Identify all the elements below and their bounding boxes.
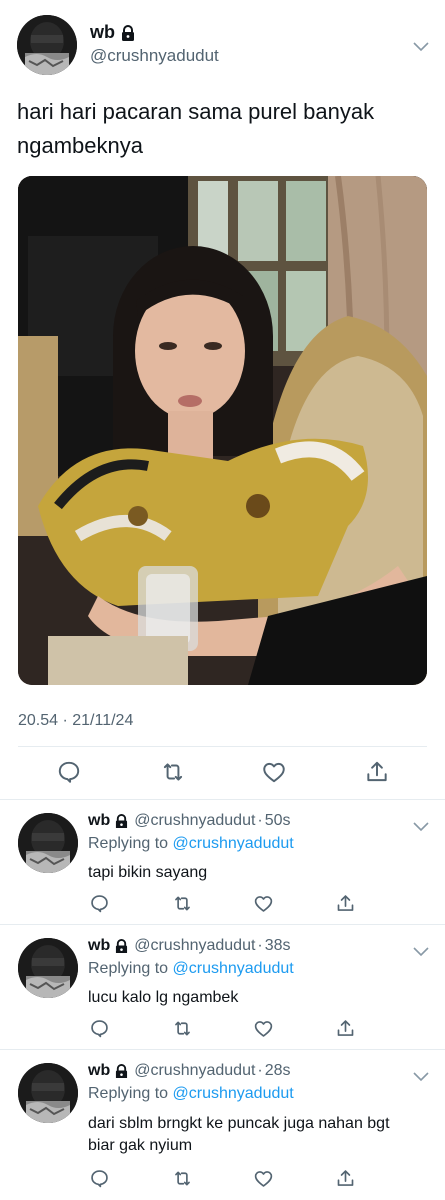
- tweet-photo[interactable]: [18, 176, 427, 685]
- reply-icon[interactable]: [89, 893, 110, 914]
- tweet-text: hari hari pacaran sama purel banyak ngam…: [17, 99, 375, 158]
- share-icon[interactable]: [335, 1168, 356, 1189]
- retweet-icon[interactable]: [160, 759, 186, 785]
- replying-to: Replying to @crushnyadudut: [88, 960, 294, 978]
- reply-header: wb @crushnyadudut · 38s: [88, 937, 291, 955]
- reply-icon[interactable]: [89, 1168, 110, 1189]
- divider: [18, 746, 427, 747]
- reply-time[interactable]: 38s: [265, 937, 291, 955]
- reply-text: lucu kalo lg ngambek: [88, 989, 239, 1006]
- mention-link[interactable]: @crushnyadudut: [173, 1085, 294, 1102]
- display-name[interactable]: wb: [88, 812, 110, 830]
- display-name[interactable]: wb: [88, 937, 110, 955]
- replying-prefix: Replying to: [88, 1085, 173, 1102]
- handle[interactable]: @crushnyadudut: [134, 937, 255, 955]
- retweet-icon[interactable]: [172, 1168, 193, 1189]
- display-name[interactable]: wb: [90, 22, 115, 43]
- chevron-down-icon[interactable]: [413, 1069, 429, 1082]
- share-icon[interactable]: [364, 759, 390, 785]
- like-icon[interactable]: [253, 1168, 274, 1189]
- avatar[interactable]: [18, 938, 78, 998]
- reply-tweet[interactable]: wb @crushnyadudut · 50s Replying to @cru…: [0, 800, 445, 924]
- main-tweet: wb @crushnyadudut hari hari pacaran sama…: [0, 0, 445, 800]
- like-icon[interactable]: [261, 759, 287, 785]
- like-icon[interactable]: [253, 893, 274, 914]
- reply-time[interactable]: 28s: [265, 1062, 291, 1080]
- reply-header: wb @crushnyadudut · 28s: [88, 1062, 291, 1080]
- replying-prefix: Replying to: [88, 960, 173, 977]
- like-icon[interactable]: [253, 1018, 274, 1039]
- separator-dot: ·: [257, 1062, 263, 1079]
- share-icon[interactable]: [335, 1018, 356, 1039]
- display-name-row: wb: [90, 22, 135, 43]
- handle[interactable]: @crushnyadudut: [134, 1062, 255, 1080]
- lock-icon: [115, 813, 128, 829]
- reply-text: dari sblm brngkt ke puncak juga nahan bg…: [88, 1115, 390, 1154]
- replying-to: Replying to @crushnyadudut: [88, 1085, 294, 1103]
- mention-link[interactable]: @crushnyadudut: [173, 960, 294, 977]
- retweet-icon[interactable]: [172, 1018, 193, 1039]
- mention-link[interactable]: @crushnyadudut: [173, 835, 294, 852]
- share-icon[interactable]: [335, 893, 356, 914]
- avatar-photo: [17, 15, 77, 75]
- reply-tweet[interactable]: wb @crushnyadudut · 28s Replying to @cru…: [0, 1050, 445, 1200]
- lock-icon: [115, 938, 128, 954]
- lock-icon: [121, 24, 135, 41]
- chevron-down-icon[interactable]: [413, 39, 429, 52]
- reply-icon[interactable]: [89, 1018, 110, 1039]
- reply-time[interactable]: 50s: [265, 812, 291, 830]
- chevron-down-icon[interactable]: [413, 944, 429, 957]
- avatar[interactable]: [17, 15, 77, 75]
- separator-dot: ·: [257, 937, 263, 954]
- reply-icon[interactable]: [56, 759, 82, 785]
- separator-dot: ·: [257, 812, 263, 829]
- handle[interactable]: @crushnyadudut: [90, 46, 219, 66]
- lock-icon: [115, 1063, 128, 1079]
- retweet-icon[interactable]: [172, 893, 193, 914]
- reply-header: wb @crushnyadudut · 50s: [88, 812, 291, 830]
- reply-tweet[interactable]: wb @crushnyadudut · 38s Replying to @cru…: [0, 925, 445, 1049]
- reply-text: tapi bikin sayang: [88, 864, 208, 881]
- handle[interactable]: @crushnyadudut: [134, 812, 255, 830]
- replying-to: Replying to @crushnyadudut: [88, 835, 294, 853]
- tweet-timestamp[interactable]: 20.54 · 21/11/24: [18, 712, 133, 730]
- avatar[interactable]: [18, 813, 78, 873]
- chevron-down-icon[interactable]: [413, 819, 429, 832]
- display-name[interactable]: wb: [88, 1062, 110, 1080]
- replying-prefix: Replying to: [88, 835, 173, 852]
- avatar[interactable]: [18, 1063, 78, 1123]
